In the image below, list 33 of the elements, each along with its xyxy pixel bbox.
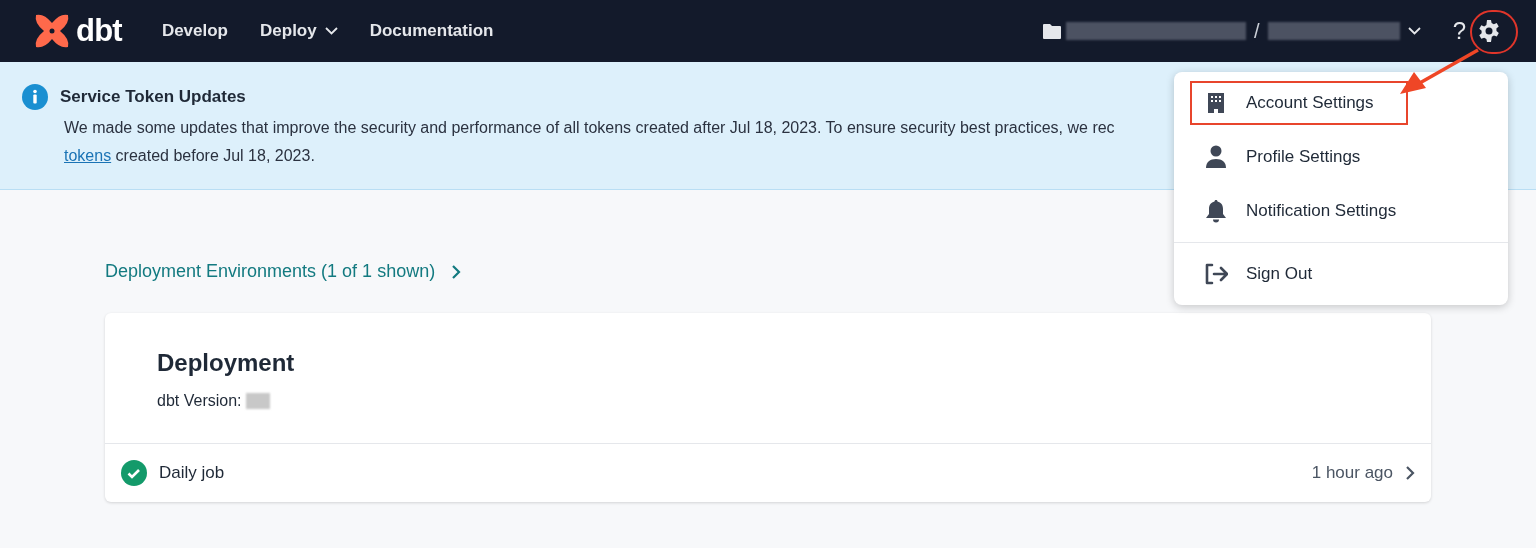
job-row[interactable]: Daily job 1 hour ago [105, 444, 1431, 502]
tokens-link[interactable]: tokens [64, 147, 112, 164]
person-icon [1205, 145, 1227, 169]
bell-icon [1205, 199, 1227, 223]
banner-title: Service Token Updates [60, 86, 246, 109]
card-title: Deployment [157, 348, 296, 378]
job-time: 1 hour ago [1311, 462, 1393, 485]
chevron-down-icon [1407, 27, 1421, 35]
help-button[interactable]: ? [1452, 13, 1466, 49]
breadcrumb-link[interactable]: Deployment Environments (1 of 1 shown) [105, 258, 462, 285]
folder-icon [1042, 22, 1063, 40]
nav-link[interactable]: Documentation [369, 18, 494, 44]
menu-item[interactable]: Account Settings [1190, 81, 1408, 125]
banner-message: We made some updates that improve the security and performance of all tokens created after Jul 18, 2023. To ensure security best practices, we rec [64, 118, 1116, 138]
chevron-right-icon [451, 263, 462, 280]
logo-text: dbt [76, 11, 122, 50]
nav-link[interactable]: Deploy [260, 18, 338, 44]
menu-item[interactable]: Notification Settings [1174, 184, 1508, 238]
path-separator: / [1254, 19, 1260, 44]
nav-link[interactable]: Develop [161, 18, 228, 44]
menu-item[interactable]: Profile Settings [1174, 130, 1508, 184]
menu-item[interactable]: Sign Out [1174, 247, 1508, 301]
version-label: dbt Version: [157, 391, 242, 411]
info-icon [22, 84, 48, 110]
settings-icon [1477, 19, 1501, 43]
chevron-right-icon [1405, 465, 1415, 481]
chevron-down-icon [324, 27, 338, 35]
sign-out-icon [1204, 263, 1228, 285]
blurred-version [245, 393, 270, 409]
banner-message: tokens created before Jul 18, 2023. [64, 146, 315, 166]
check-circle-icon [121, 460, 147, 486]
building-icon [1207, 92, 1225, 114]
job-name: Daily job [159, 462, 225, 485]
